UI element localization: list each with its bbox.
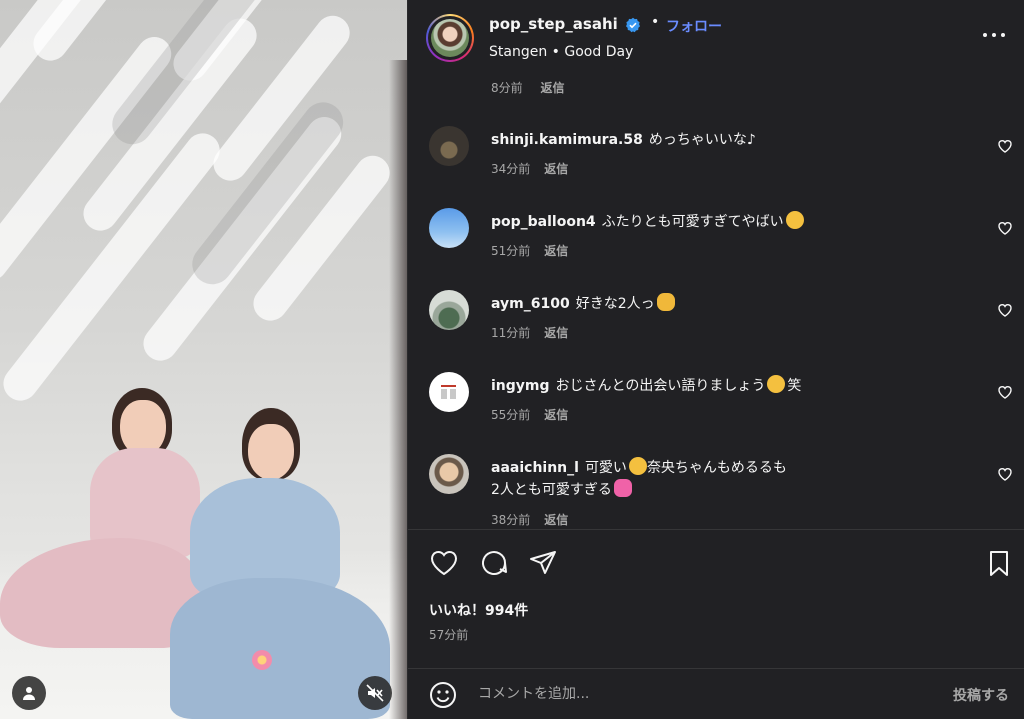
add-comment-bar: 投稿する [408, 668, 1024, 719]
author-avatar[interactable] [426, 14, 474, 62]
heart-icon[interactable] [997, 466, 1013, 482]
person-blue-dress [170, 408, 400, 719]
reply-button[interactable]: 返信 [540, 81, 564, 95]
face-hugging-emoji-icon [785, 211, 804, 229]
comment-time: 51分前 [491, 244, 531, 258]
subline-separator: • [551, 44, 560, 60]
comment-text: ingymg おじさんとの出会い語りましょう 笑 [491, 375, 971, 397]
heart-eyes-emoji-icon [628, 457, 647, 475]
commenter-username[interactable]: ingymg [491, 378, 550, 394]
post-comment-button[interactable]: 投稿する [953, 685, 1009, 705]
comment-time: 38分前 [491, 513, 531, 527]
comment-suffix: 笑 [787, 378, 802, 394]
mute-button[interactable] [358, 676, 392, 710]
comment-meta: 51分前 返信 [491, 242, 582, 259]
more-options-button[interactable] [983, 24, 1005, 46]
commenter-avatar[interactable] [429, 208, 469, 248]
comment-content-continued: 奈央ちゃんもめるるも [646, 460, 787, 476]
post-time: 57分前 [429, 628, 469, 642]
post-sidebar: pop_step_asahi • フォロー Stangen • Good Day… [407, 0, 1024, 719]
reply-button[interactable]: 返信 [544, 513, 568, 527]
comment-time: 34分前 [491, 162, 531, 176]
reply-button[interactable]: 返信 [544, 244, 568, 258]
comment-content: 好きな2人っ [575, 296, 655, 312]
heart-icon[interactable] [997, 384, 1013, 400]
comment-content: ふたりとも可愛すぎてやばい [601, 214, 784, 230]
comment-bubble-icon[interactable] [479, 548, 509, 578]
logo-icon [441, 385, 456, 399]
comment-time: 11分前 [491, 326, 531, 340]
flower-decoration [252, 650, 272, 670]
heart-icon[interactable] [997, 302, 1013, 318]
comment-content: めっちゃいいな♪ [648, 132, 756, 148]
sparkling-heart-emoji-icon [613, 479, 632, 497]
share-send-icon[interactable] [528, 548, 558, 578]
verified-badge-icon [626, 17, 640, 33]
edge-shadow [389, 60, 407, 719]
comment-text: pop_balloon4 ふたりとも可愛すぎてやばい [491, 211, 971, 233]
bookmark-icon[interactable] [984, 548, 1014, 578]
post-actions: いいね！994件 57分前 投稿する [408, 529, 1024, 719]
comment-text: shinji.kamimura.58 めっちゃいいな♪ [491, 129, 971, 151]
commenter-username[interactable]: aaaichinn_l [491, 460, 579, 476]
author-photo [431, 19, 469, 57]
separator-dot: • [651, 14, 660, 30]
commenter-avatar[interactable] [429, 372, 469, 412]
commenter-username[interactable]: shinji.kamimura.58 [491, 132, 643, 148]
commenter-avatar[interactable] [429, 454, 469, 494]
post-subline: Stangen • Good Day [489, 44, 633, 60]
comment-meta: 55分前 返信 [491, 406, 582, 423]
reply-button[interactable]: 返信 [544, 408, 568, 422]
shushing-face-emoji-icon [767, 375, 786, 393]
post-media[interactable] [0, 0, 407, 719]
tagged-users-button[interactable] [12, 676, 46, 710]
like-heart-icon[interactable] [429, 548, 459, 578]
user-icon [23, 687, 35, 700]
post-header: pop_step_asahi • フォロー Stangen • Good Day [408, 0, 1024, 77]
commenter-username[interactable]: aym_6100 [491, 296, 570, 312]
comment-time: 55分前 [491, 408, 531, 422]
commenter-username[interactable]: pop_balloon4 [491, 214, 596, 230]
comment-input[interactable] [478, 681, 918, 707]
emoji-picker-icon[interactable] [429, 681, 457, 709]
author-username[interactable]: pop_step_asahi [489, 15, 618, 33]
face [248, 424, 294, 480]
dress-skirt [170, 578, 390, 719]
clipped-comment-meta: 8分前 返信 [491, 79, 564, 96]
reply-button[interactable]: 返信 [544, 326, 568, 340]
comment-content: おじさんとの出会い語りましょう [555, 378, 766, 394]
commenter-avatar[interactable] [429, 126, 469, 166]
audio-link[interactable]: Good Day [564, 44, 633, 60]
heart-icon[interactable] [997, 138, 1013, 154]
comment-text: aaaichinn_l 可愛い 奈央ちゃんもめるるも 2人とも可愛すぎる [491, 457, 971, 501]
comment-time: 8分前 [491, 81, 523, 95]
speaker-muted-icon [366, 684, 384, 702]
comment-content-line2: 2人とも可愛すぎる [491, 482, 612, 498]
heart-icon[interactable] [997, 220, 1013, 236]
comment-meta: 34分前 返信 [491, 160, 582, 177]
comment-content: 可愛い [584, 460, 627, 476]
comment-text: aym_6100 好きな2人っ [491, 293, 971, 315]
location-link[interactable]: Stangen [489, 44, 547, 60]
likes-count[interactable]: いいね！994件 [429, 600, 528, 620]
heart-hands-emoji-icon [656, 293, 675, 311]
comment-meta: 38分前 返信 [491, 511, 582, 528]
follow-button[interactable]: フォロー [666, 16, 722, 36]
comment-meta: 11分前 返信 [491, 324, 582, 341]
comments-list[interactable]: 8分前 返信 shinji.kamimura.58 めっちゃいいな♪ 34分前 返信… [408, 77, 1024, 529]
reply-button[interactable]: 返信 [544, 162, 568, 176]
commenter-avatar[interactable] [429, 290, 469, 330]
